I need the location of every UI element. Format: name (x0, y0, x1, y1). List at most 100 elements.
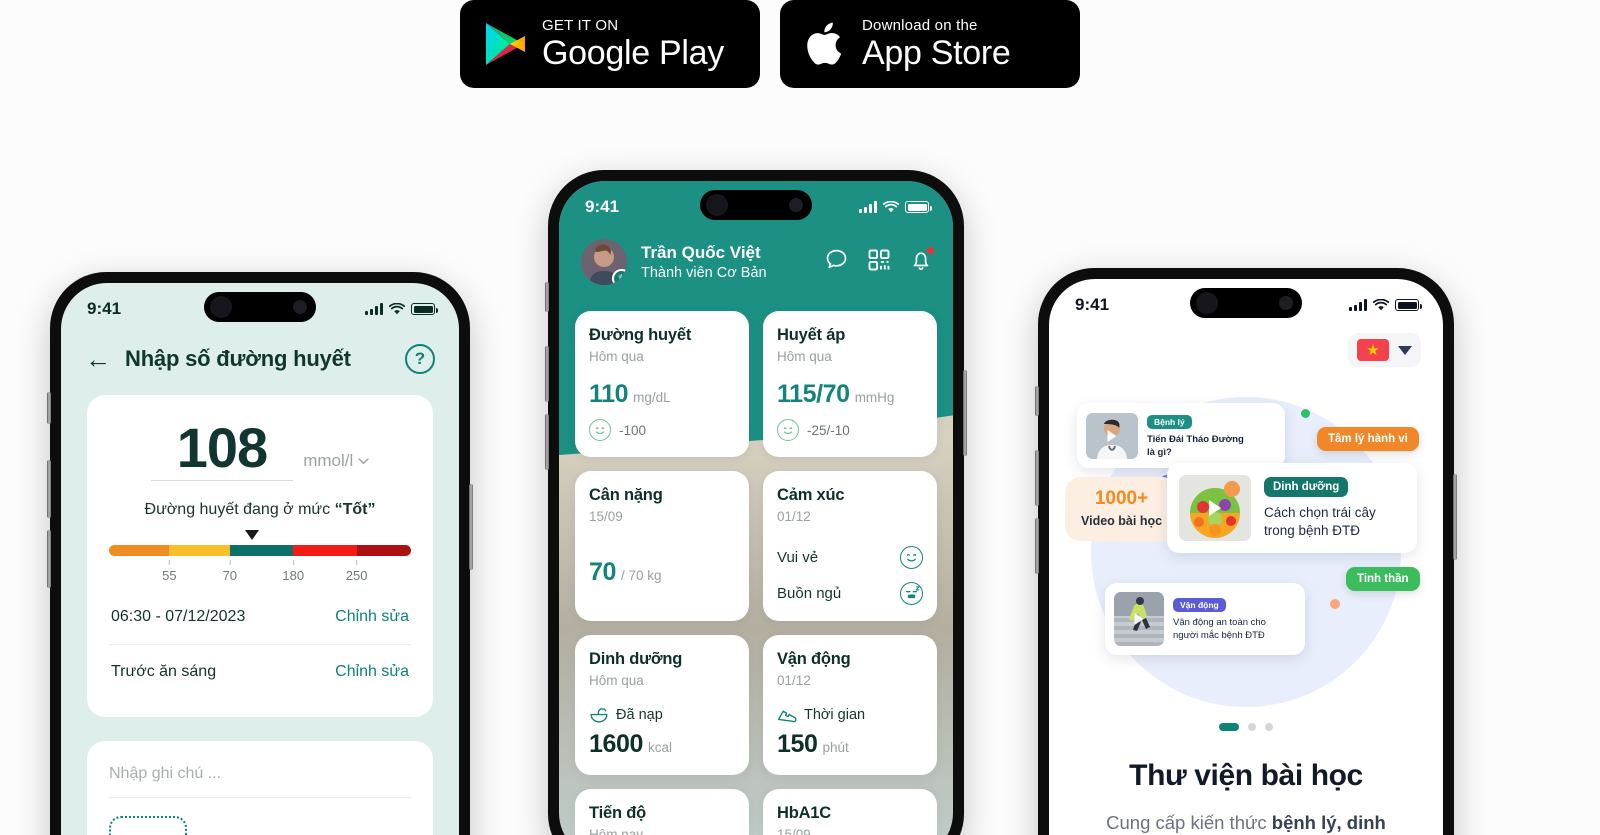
play-icon (1209, 500, 1221, 516)
card-date: 15/09 (777, 827, 811, 835)
gauge-tick-label: 55 (162, 568, 177, 584)
app-store-badge[interactable]: Download on the App Store (780, 0, 1080, 88)
card-unit: kcal (648, 740, 673, 755)
smiley-icon (777, 419, 799, 441)
avatar[interactable]: ♛ (581, 239, 627, 285)
phone-middle-mute-button[interactable] (545, 282, 549, 312)
google-play-badge[interactable]: GET IT ON Google Play (460, 0, 760, 88)
card-value: 1600 (589, 730, 644, 758)
card-unit: phút (822, 740, 849, 755)
vietnam-flag-icon: ★ (1357, 339, 1389, 361)
carousel-dot-active[interactable] (1219, 723, 1239, 731)
crown-badge-icon: ♛ (612, 269, 627, 285)
wifi-icon (389, 303, 405, 315)
glucose-value[interactable]: 108 (150, 419, 294, 482)
card-title: Dinh dưỡng (589, 650, 683, 668)
back-arrow-icon[interactable]: ← (85, 346, 111, 372)
card-value: 115/70 (777, 380, 850, 408)
carousel-dot[interactable] (1265, 723, 1273, 731)
glucose-unit-label: mmol/l (303, 451, 354, 471)
exercise-thumbnail (1114, 592, 1164, 646)
chip-mental[interactable]: Tinh thần (1346, 567, 1420, 591)
card-unit: / 70 kg (621, 568, 662, 583)
lesson-card-exercise[interactable]: Vận động Vận động an toàn cho người mắc … (1105, 583, 1305, 655)
card-title: Tiến độ (589, 804, 646, 822)
wifi-icon (1373, 299, 1389, 311)
carousel-dot[interactable] (1248, 723, 1256, 731)
decorative-dot-green (1301, 409, 1310, 418)
card-date: 01/12 (777, 673, 811, 688)
battery-full-icon (1395, 299, 1422, 311)
glucose-value-row: 108 mmol/l (109, 419, 411, 482)
flag-star: ★ (1366, 341, 1380, 359)
phone-left-power-button[interactable] (469, 484, 473, 570)
metric-card-nutrition[interactable]: Dinh dưỡng Hôm qua Đã nạp 1600 kcal (575, 635, 749, 775)
page-root: GET IT ON Google Play Download on the Ap… (0, 0, 1600, 835)
metric-card-grid: Đường huyết Hôm qua 110 mg/dL -100 Huyết… (575, 311, 937, 835)
app-store-big-label: App Store (862, 34, 1011, 72)
video-count-number: 1000+ (1094, 488, 1149, 509)
phone-middle-power-button[interactable] (963, 370, 967, 456)
chip-psychology[interactable]: Tâm lý hành vi (1317, 427, 1419, 451)
card-date: Hôm qua (589, 673, 644, 688)
phone-middle-mockup: 9:41 ♛ Trần Quốc Việt Thành viên Cơ Bản … (545, 170, 967, 835)
phone-middle-volume-up-button[interactable] (545, 346, 549, 402)
play-icon (1107, 429, 1117, 442)
cellular-bars-icon (365, 303, 383, 315)
bowl-icon (590, 708, 608, 723)
fruit-thumbnail (1179, 475, 1251, 541)
metric-card-hba1c[interactable]: HbA1C 15/09 5.6 % (763, 789, 937, 835)
lesson-tag: Vận động (1173, 598, 1226, 613)
video-count-pill: 1000+ Video bài học (1065, 477, 1179, 541)
user-identity: Trần Quốc Việt Thành viên Cơ Bản (641, 242, 767, 281)
user-name: Trần Quốc Việt (641, 243, 761, 263)
edit-meal-context-link[interactable]: Chỉnh sửa (335, 663, 409, 681)
metric-card-weight[interactable]: Cân nặng 15/09 70 / 70 kg (575, 471, 749, 621)
metric-card-activity[interactable]: Vận động 01/12 Thời gian 150 phút (763, 635, 937, 775)
metric-card-blood-glucose[interactable]: Đường huyết Hôm qua 110 mg/dL -100 (575, 311, 749, 457)
user-tier: Thành viên Cơ Bản (641, 264, 767, 281)
card-date: 01/12 (777, 509, 811, 524)
phone-left-volume-up-button[interactable] (47, 460, 51, 518)
qr-scan-icon[interactable] (867, 248, 891, 277)
lesson-card-doctor[interactable]: Bệnh lý Tiến Đái Tháo Đường là gì? (1077, 403, 1285, 469)
card-unit: mg/dL (633, 390, 671, 405)
phone-right-mute-button[interactable] (1035, 386, 1039, 416)
phone-right-power-button[interactable] (1453, 474, 1457, 560)
bell-icon[interactable] (909, 246, 934, 277)
lesson-title: Tiến Đái Tháo Đường là gì? (1147, 434, 1244, 458)
glucose-unit-selector[interactable]: mmol/l (303, 451, 369, 481)
metric-card-progress[interactable]: Tiến độ Hôm nay 10 / 10 nguyên tắc (575, 789, 749, 835)
metric-card-blood-pressure[interactable]: Huyết áp Hôm qua 115/70 mmHg -25/-10 (763, 311, 937, 457)
phone-middle-volume-down-button[interactable] (545, 414, 549, 470)
phone-left-screen: 9:41 ← Nhập số đường huyết ? 108 mmol/l … (61, 283, 459, 835)
phone-left-volume-down-button[interactable] (47, 530, 51, 588)
video-count-label: Video bài học (1081, 513, 1163, 528)
add-photo-icon[interactable] (109, 816, 187, 835)
doctor-thumbnail (1086, 412, 1138, 459)
happy-face-icon (900, 546, 923, 569)
chat-icon[interactable] (824, 247, 849, 277)
card-date: Hôm qua (589, 349, 644, 364)
shoe-icon (777, 710, 797, 723)
question-mark-icon[interactable]: ? (405, 344, 435, 374)
metric-card-mood[interactable]: Cảm xúc 01/12 Vui vẻ Buồn ngủ (763, 471, 937, 621)
gauge-tick-label: 70 (222, 568, 238, 584)
carousel-dots[interactable] (1219, 723, 1273, 731)
phone-right-volume-up-button[interactable] (1035, 450, 1039, 506)
edit-datetime-link[interactable]: Chỉnh sửa (335, 608, 409, 626)
phone-right-volume-down-button[interactable] (1035, 518, 1039, 574)
battery-full-icon (411, 303, 438, 315)
language-selector[interactable]: ★ (1348, 333, 1421, 367)
card-value: 150 (777, 730, 818, 758)
gauge-bar (109, 545, 411, 557)
card-trend: -25/-10 (807, 422, 850, 438)
dynamic-island (1190, 288, 1302, 318)
phone-left-mute-button[interactable] (47, 392, 51, 424)
page-title: Nhập số đường huyết (125, 346, 351, 371)
onboarding-subtitle: Cung cấp kiến thức bệnh lý, dinh dưỡng, … (1083, 809, 1409, 835)
card-trend: -100 (619, 422, 647, 438)
note-input[interactable]: Nhập ghi chú ... (109, 765, 411, 798)
meal-context-label: Trước ăn sáng (111, 663, 217, 681)
lesson-card-nutrition[interactable]: Dinh dưỡng Cách chọn trái cây trong bệnh… (1167, 463, 1417, 553)
